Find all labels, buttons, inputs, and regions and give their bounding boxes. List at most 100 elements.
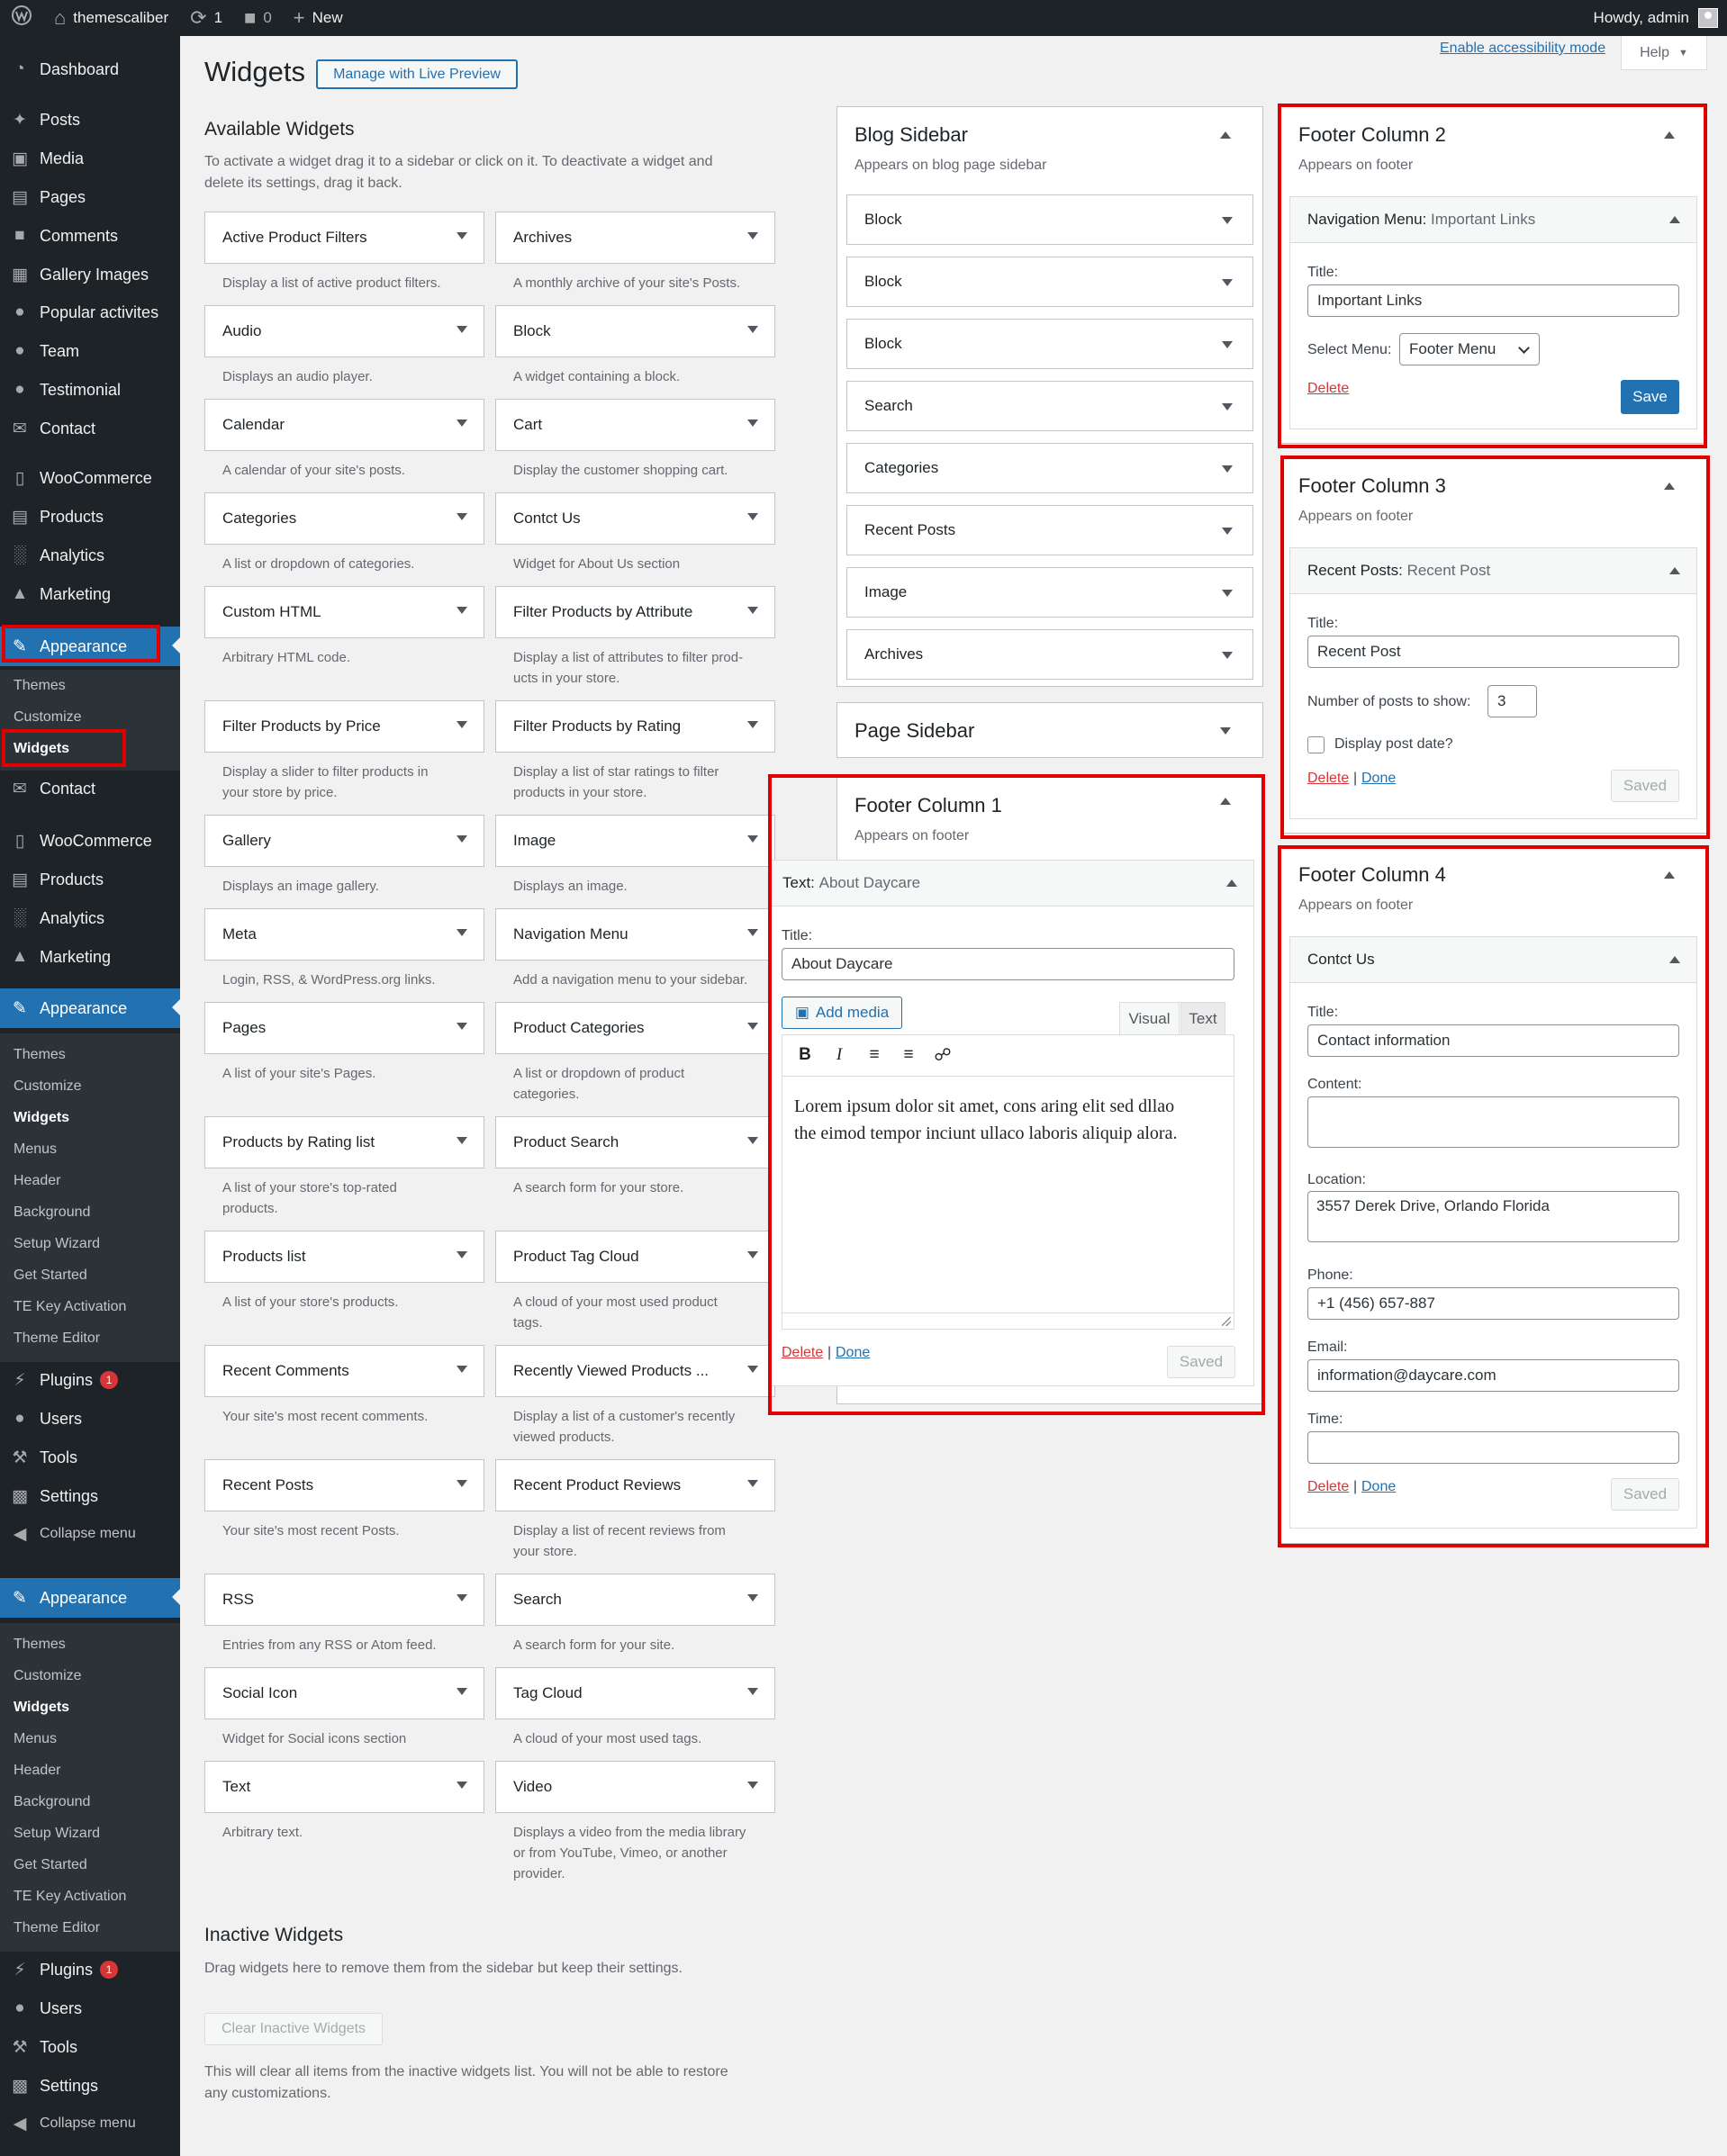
menu-plugins-3[interactable]: ⚡ Plugins 1 bbox=[0, 1951, 180, 1989]
caret-down-icon[interactable] bbox=[1222, 217, 1233, 224]
collapse-caret-icon[interactable] bbox=[1664, 871, 1675, 879]
menu-analytics-2[interactable]: ░ Analytics bbox=[0, 899, 180, 937]
sidebar-widget[interactable]: Block bbox=[846, 194, 1253, 245]
caret-down-icon[interactable] bbox=[457, 1782, 467, 1789]
submenu-te-key-2[interactable]: TE Key Activation bbox=[0, 1291, 180, 1322]
available-widget[interactable]: Gallery bbox=[204, 815, 484, 867]
page-sidebar[interactable]: Page Sidebar bbox=[836, 702, 1263, 758]
available-widget[interactable]: Tag Cloud bbox=[495, 1667, 775, 1719]
menu-gallery-images[interactable]: ▦ Gallery Images bbox=[0, 256, 180, 293]
sidebar-widget[interactable]: Image bbox=[846, 567, 1253, 618]
email-input[interactable]: information@daycare.com bbox=[1307, 1359, 1679, 1392]
submenu-customize-2[interactable]: Customize bbox=[0, 1070, 180, 1102]
expand-caret-icon[interactable] bbox=[1220, 727, 1231, 735]
caret-down-icon[interactable] bbox=[747, 419, 758, 427]
available-widget[interactable]: Archives bbox=[495, 212, 775, 264]
caret-down-icon[interactable] bbox=[1222, 465, 1233, 473]
menu-dashboard[interactable]: ◔ Dashboard bbox=[0, 50, 180, 88]
available-widget[interactable]: Custom HTML bbox=[204, 586, 484, 638]
available-widget[interactable]: Recent Comments bbox=[204, 1345, 484, 1397]
caret-down-icon[interactable] bbox=[457, 232, 467, 239]
collapse-caret-icon[interactable] bbox=[1220, 131, 1231, 139]
resize-grip[interactable] bbox=[1222, 1317, 1231, 1326]
live-preview-button[interactable]: Manage with Live Preview bbox=[316, 59, 518, 89]
submenu-theme-editor-2[interactable]: Theme Editor bbox=[0, 1322, 180, 1354]
caret-down-icon[interactable] bbox=[457, 607, 467, 614]
clear-inactive-button[interactable]: Clear Inactive Widgets bbox=[204, 2013, 383, 2045]
menu-popular-activites[interactable]: ● Popular activites bbox=[0, 293, 180, 331]
caret-down-icon[interactable] bbox=[747, 1023, 758, 1030]
available-widget[interactable]: Contct Us bbox=[495, 492, 775, 545]
navigation-menu-widget-header[interactable]: Navigation Menu: Important Links bbox=[1289, 196, 1697, 243]
caret-down-icon[interactable] bbox=[457, 326, 467, 333]
bullet-list-icon[interactable]: ≡ bbox=[864, 1045, 885, 1065]
submenu-header-2[interactable]: Header bbox=[0, 1165, 180, 1196]
caret-down-icon[interactable] bbox=[1222, 590, 1233, 597]
caret-down-icon[interactable] bbox=[747, 1366, 758, 1373]
add-media-button[interactable]: ▣ Add media bbox=[782, 997, 902, 1029]
available-widget[interactable]: Products by Rating list bbox=[204, 1116, 484, 1168]
number-of-posts-input[interactable]: 3 bbox=[1487, 685, 1537, 717]
submenu-background-2[interactable]: Background bbox=[0, 1196, 180, 1228]
select-menu-dropdown[interactable]: Footer Menu bbox=[1399, 333, 1540, 365]
numbered-list-icon[interactable]: ≡ bbox=[898, 1045, 919, 1065]
submenu-setup-wizard-2[interactable]: Setup Wizard bbox=[0, 1228, 180, 1259]
done-link[interactable]: Done bbox=[1361, 1479, 1396, 1495]
available-widget[interactable]: Block bbox=[495, 305, 775, 357]
available-widget[interactable]: Recently Viewed Products ... bbox=[495, 1345, 775, 1397]
caret-down-icon[interactable] bbox=[457, 835, 467, 843]
available-widget[interactable]: Categories bbox=[204, 492, 484, 545]
sidebar-widget[interactable]: Archives bbox=[846, 629, 1253, 680]
collapse-caret-icon[interactable] bbox=[1669, 216, 1680, 223]
submenu-widgets-3[interactable]: Widgets bbox=[0, 1691, 180, 1723]
site-name-link[interactable]: ⌂ themescaliber bbox=[43, 0, 179, 36]
menu-woocommerce-2[interactable]: ▯ WooCommerce bbox=[0, 822, 180, 860]
delete-link[interactable]: Delete bbox=[1307, 381, 1349, 397]
caret-down-icon[interactable] bbox=[1222, 652, 1233, 659]
collapse-caret-icon[interactable] bbox=[1669, 567, 1680, 574]
caret-down-icon[interactable] bbox=[457, 1251, 467, 1258]
caret-down-icon[interactable] bbox=[1222, 403, 1233, 410]
help-tab[interactable]: Help ▼ bbox=[1621, 36, 1707, 70]
submenu-customize-3[interactable]: Customize bbox=[0, 1660, 180, 1691]
phone-input[interactable]: +1 (456) 657-887 bbox=[1307, 1287, 1679, 1320]
menu-contact-repeat[interactable]: ✉ Contact bbox=[0, 771, 180, 807]
submenu-theme-editor-3[interactable]: Theme Editor bbox=[0, 1912, 180, 1944]
caret-down-icon[interactable] bbox=[747, 1688, 758, 1695]
available-widget[interactable]: Recent Posts bbox=[204, 1459, 484, 1511]
display-date-checkbox[interactable] bbox=[1307, 736, 1325, 753]
sidebar-widget[interactable]: Categories bbox=[846, 443, 1253, 493]
saved-button[interactable]: Saved bbox=[1611, 770, 1679, 802]
save-button[interactable]: Save bbox=[1621, 380, 1679, 414]
available-widget[interactable]: RSS bbox=[204, 1574, 484, 1626]
submenu-customize[interactable]: Customize bbox=[0, 701, 180, 733]
submenu-themes-2[interactable]: Themes bbox=[0, 1039, 180, 1070]
available-widget[interactable]: Audio bbox=[204, 305, 484, 357]
caret-down-icon[interactable] bbox=[747, 1137, 758, 1144]
submenu-background-3[interactable]: Background bbox=[0, 1786, 180, 1818]
saved-button[interactable]: Saved bbox=[1611, 1478, 1679, 1511]
caret-down-icon[interactable] bbox=[457, 513, 467, 520]
updates-link[interactable]: ⟳ 1 bbox=[179, 0, 233, 36]
caret-down-icon[interactable] bbox=[747, 1480, 758, 1487]
submenu-themes[interactable]: Themes bbox=[0, 670, 180, 701]
sidebar-widget[interactable]: Search bbox=[846, 381, 1253, 431]
my-account[interactable]: Howdy, admin bbox=[1594, 8, 1727, 28]
caret-down-icon[interactable] bbox=[457, 1137, 467, 1144]
menu-woocommerce[interactable]: ▯ WooCommerce bbox=[0, 459, 180, 497]
available-widget[interactable]: Text bbox=[204, 1761, 484, 1813]
menu-users[interactable]: ● Users bbox=[0, 1400, 180, 1438]
collapse-caret-icon[interactable] bbox=[1664, 131, 1675, 139]
delete-link[interactable]: Delete bbox=[1307, 1479, 1349, 1495]
submenu-get-started-3[interactable]: Get Started bbox=[0, 1849, 180, 1881]
submenu-header-3[interactable]: Header bbox=[0, 1755, 180, 1786]
tab-visual[interactable]: Visual bbox=[1119, 1002, 1180, 1034]
submenu-widgets[interactable]: Widgets bbox=[0, 733, 180, 764]
content-textarea[interactable] bbox=[1307, 1096, 1679, 1148]
submenu-get-started-2[interactable]: Get Started bbox=[0, 1259, 180, 1291]
menu-media[interactable]: ▣ Media bbox=[0, 140, 180, 177]
caret-down-icon[interactable] bbox=[747, 232, 758, 239]
visual-editor[interactable]: B I ≡ ≡ ☍ Lorem ipsum dolor sit amet, co… bbox=[782, 1034, 1234, 1330]
available-widget[interactable]: Filter Products by Price bbox=[204, 700, 484, 753]
available-widget[interactable]: Filter Products by Attribute bbox=[495, 586, 775, 638]
